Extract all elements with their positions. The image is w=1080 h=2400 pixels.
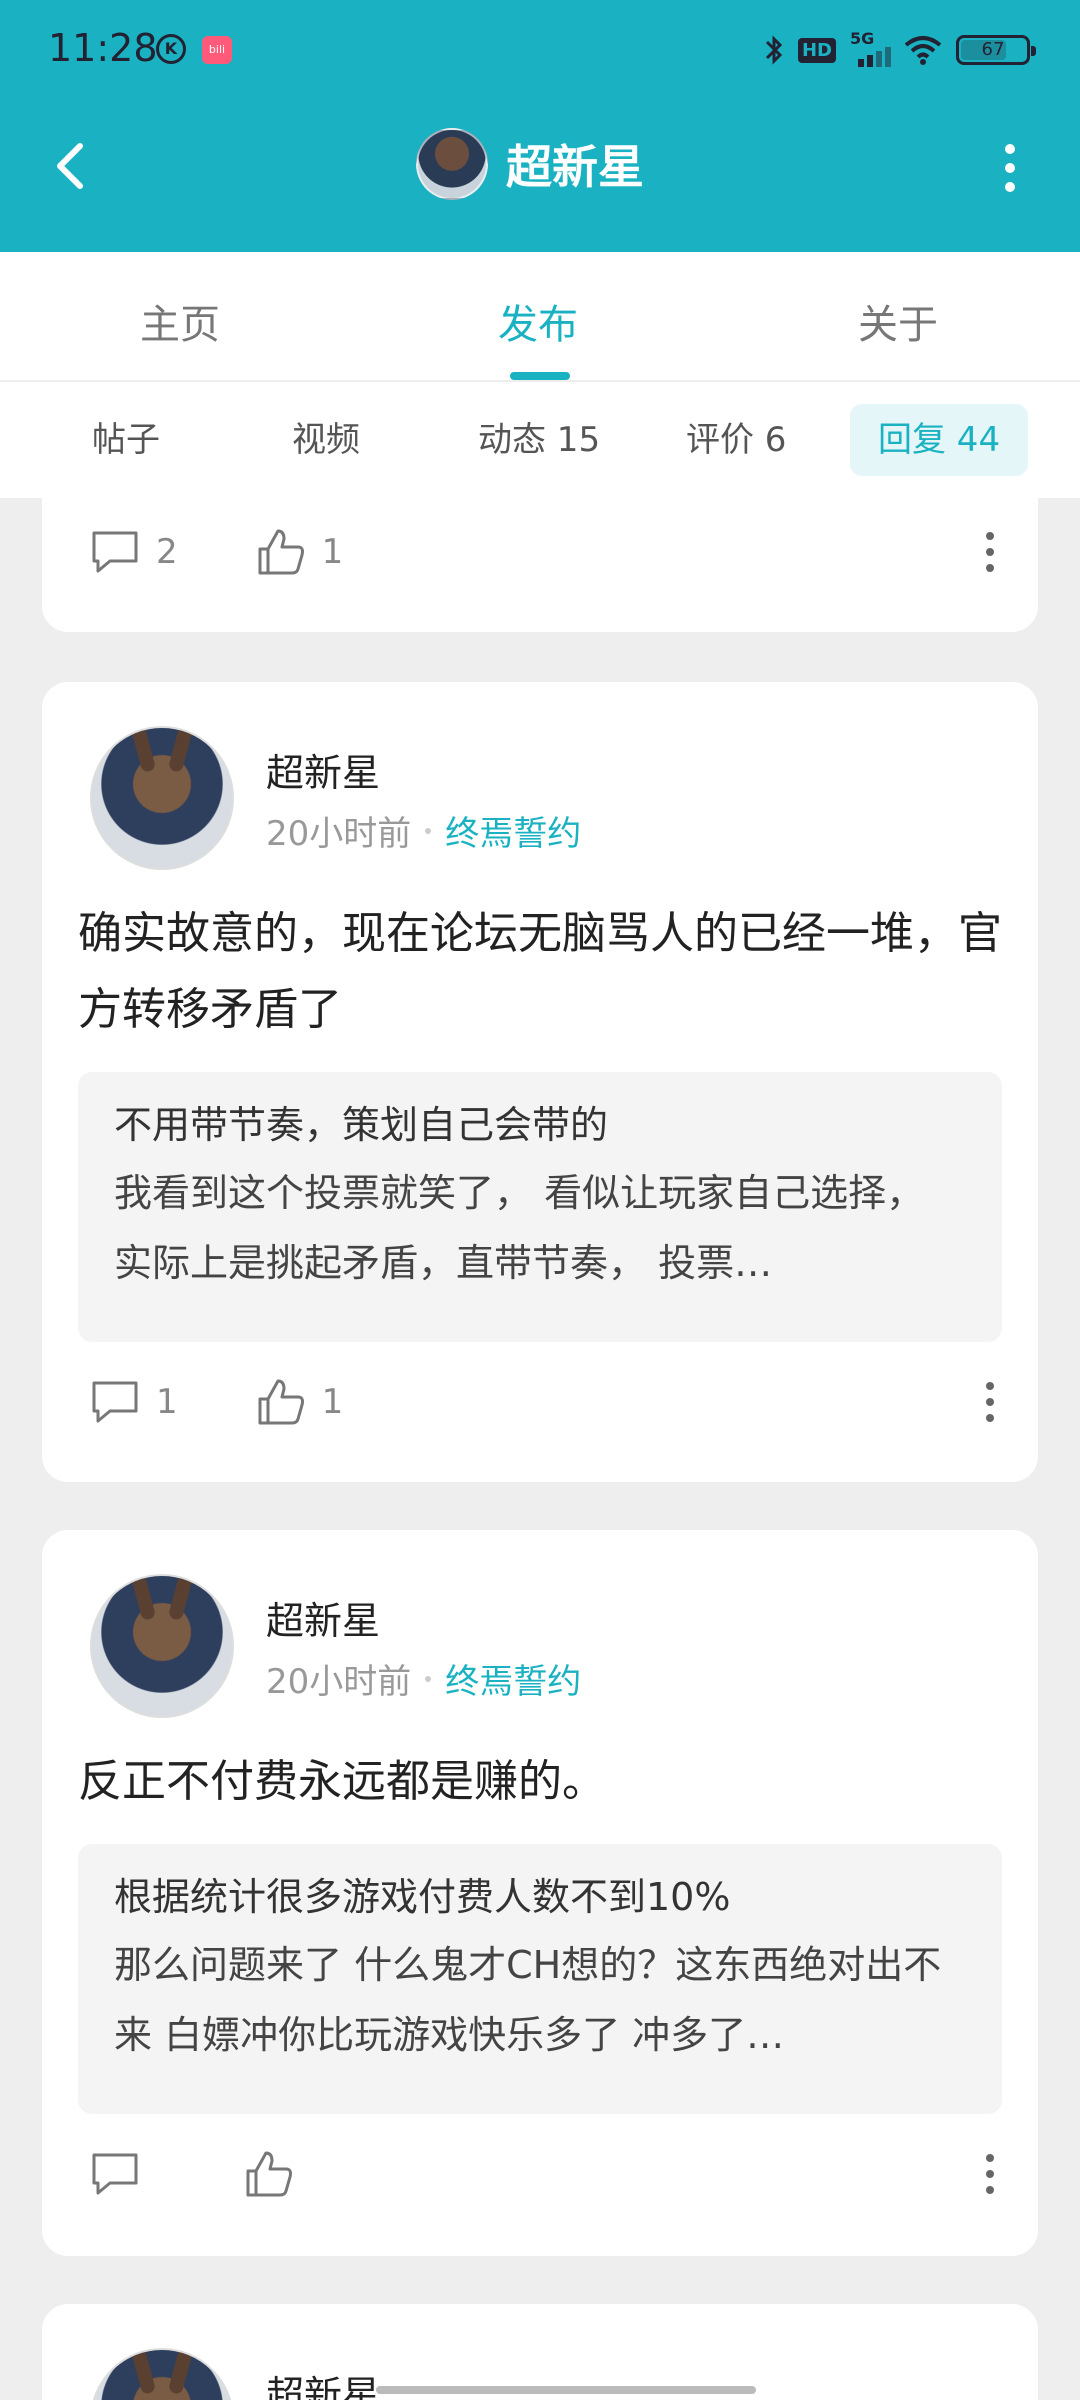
like-button[interactable] bbox=[242, 2147, 310, 2201]
battery-icon: 67 bbox=[956, 35, 1036, 65]
tab-indicator bbox=[510, 372, 570, 380]
post-meta: 20小时前 终焉誓约 bbox=[266, 1654, 581, 1703]
thumbs-up-icon bbox=[258, 529, 304, 575]
status-right: HD 5G 67 bbox=[764, 29, 1036, 70]
tab-home[interactable]: 主页 bbox=[140, 292, 220, 350]
avatar[interactable] bbox=[90, 2348, 234, 2400]
bilibili-icon: bili bbox=[202, 36, 232, 64]
tab-about[interactable]: 关于 bbox=[858, 292, 938, 350]
content-filter-tabs: 帖子 视频 动态 15 评价 6 回复 44 bbox=[0, 382, 1080, 498]
post-time: 20小时前 bbox=[266, 814, 412, 854]
separator-dot bbox=[425, 827, 432, 834]
more-options-icon[interactable] bbox=[984, 1382, 996, 1422]
quoted-body: 那么问题来了 什么鬼才CH想的？这东西绝对出不来 白嫖冲你比玩游戏快乐多了 冲多… bbox=[114, 1943, 942, 2057]
more-options-icon[interactable] bbox=[984, 2154, 996, 2194]
home-indicator[interactable] bbox=[376, 2386, 756, 2394]
comment-count: 1 bbox=[156, 1382, 178, 1422]
k-icon: K bbox=[156, 34, 186, 64]
avatar[interactable] bbox=[90, 1574, 234, 1718]
bluetooth-icon bbox=[765, 35, 783, 65]
cellular-signal-icon: 5G bbox=[850, 29, 891, 67]
comment-count: 2 bbox=[156, 532, 178, 572]
quoted-post[interactable]: 不用带节奏，策划自己会带的 我看到这个投票就笑了， 看似让玩家自己选择， 实际上… bbox=[78, 1072, 1002, 1342]
back-arrow-icon[interactable] bbox=[42, 136, 102, 196]
subtab-reviews[interactable]: 评价 6 bbox=[658, 404, 814, 476]
thumbs-up-icon bbox=[246, 2151, 292, 2197]
tab-publish[interactable]: 发布 bbox=[498, 292, 578, 350]
forum-link[interactable]: 终焉誓约 bbox=[445, 1654, 581, 1703]
comment-icon bbox=[92, 2153, 138, 2195]
quoted-title: 不用带节奏，策划自己会带的 bbox=[114, 1103, 609, 1147]
comment-button[interactable]: 1 bbox=[88, 1375, 178, 1429]
post-meta: 20小时前 终焉誓约 bbox=[266, 806, 581, 855]
more-options-icon[interactable] bbox=[1000, 144, 1020, 192]
avatar[interactable] bbox=[90, 726, 234, 870]
separator-dot bbox=[425, 1675, 432, 1682]
like-button[interactable]: 1 bbox=[254, 1375, 344, 1429]
quoted-title: 根据统计很多游戏付费人数不到10% bbox=[114, 1875, 731, 1919]
battery-level: 67 bbox=[981, 39, 1005, 60]
list-item[interactable]: 超新星 20小时前 终焉誓约 确实故意的，现在论坛无脑骂人的已经一堆，官方转移矛… bbox=[42, 682, 1038, 1482]
list-item[interactable]: 2 1 bbox=[42, 498, 1038, 632]
comment-button[interactable] bbox=[88, 2147, 156, 2201]
hd-badge: HD bbox=[797, 37, 836, 63]
status-bar: 11:28 K bili HD 5G 67 bbox=[0, 0, 1080, 100]
forum-link[interactable]: 终焉誓约 bbox=[445, 806, 581, 855]
comment-icon bbox=[92, 531, 138, 573]
author-name[interactable]: 超新星 bbox=[266, 742, 380, 797]
reply-text[interactable]: 确实故意的，现在论坛无脑骂人的已经一堆，官方转移矛盾了 bbox=[78, 896, 1002, 1048]
author-name[interactable]: 超新星 bbox=[266, 2364, 380, 2400]
reply-list[interactable]: 2 1 超新星 20小时前 终焉誓约 确实故意的，现在论坛无脑骂人的已经一堆，官… bbox=[0, 498, 1080, 2400]
user-title[interactable]: 超新星 bbox=[416, 128, 644, 200]
app-header: 超新星 bbox=[0, 100, 1080, 252]
status-time: 11:28 bbox=[48, 26, 158, 70]
wifi-icon bbox=[904, 36, 942, 65]
subtab-moments[interactable]: 动态 15 bbox=[450, 404, 628, 476]
like-button[interactable]: 1 bbox=[254, 525, 344, 579]
subtab-replies[interactable]: 回复 44 bbox=[850, 404, 1029, 476]
list-item[interactable]: 超新星 20小时前 终焉誓约 反正不付费永远都是赚的。 根据统计很多游戏付费人数… bbox=[42, 1530, 1038, 2256]
post-time: 20小时前 bbox=[266, 1662, 412, 1702]
thumbs-up-icon bbox=[258, 1379, 304, 1425]
page-title: 超新星 bbox=[506, 140, 644, 194]
author-name[interactable]: 超新星 bbox=[266, 1590, 380, 1645]
comment-button[interactable]: 2 bbox=[88, 525, 178, 579]
avatar[interactable] bbox=[416, 128, 488, 200]
like-count: 1 bbox=[321, 532, 344, 572]
more-options-icon[interactable] bbox=[984, 532, 996, 572]
reply-text[interactable]: 反正不付费永远都是赚的。 bbox=[78, 1744, 1002, 1820]
like-count: 1 bbox=[321, 1382, 344, 1422]
quoted-post[interactable]: 根据统计很多游戏付费人数不到10% 那么问题来了 什么鬼才CH想的？这东西绝对出… bbox=[78, 1844, 1002, 2114]
comment-icon bbox=[92, 1381, 138, 1423]
quoted-body: 我看到这个投票就笑了， 看似让玩家自己选择， 实际上是挑起矛盾，直带节奏， 投票… bbox=[114, 1171, 925, 1285]
subtab-videos[interactable]: 视频 bbox=[264, 404, 388, 476]
profile-tabs: 主页 发布 关于 bbox=[0, 252, 1080, 382]
subtab-posts[interactable]: 帖子 bbox=[64, 404, 188, 476]
